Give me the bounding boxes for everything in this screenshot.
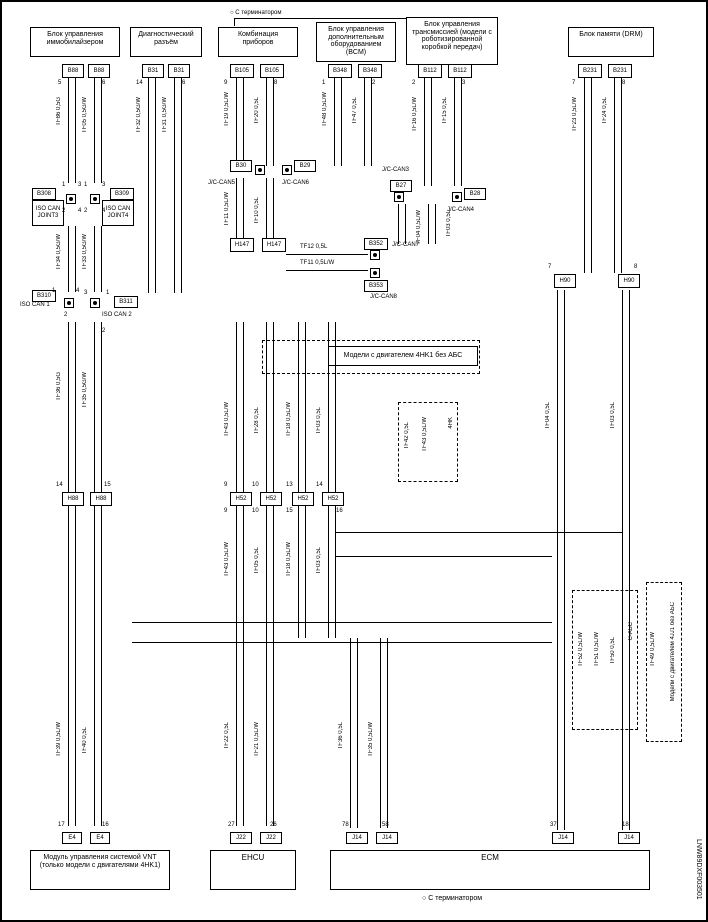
iso-can1: ISO CAN 1 (20, 302, 50, 308)
module-ecm: ECM (330, 850, 650, 890)
note-4hk1: Модели с двигателем 4HK1 без АБС (328, 346, 478, 366)
header-transmission: Блок управления трансмиссией (модели с р… (406, 17, 498, 65)
header-bcm: Блок управления дополнительным оборудова… (316, 22, 396, 62)
conn-B105-1: B105 (230, 64, 254, 78)
conn-J14-3: J14 (552, 832, 574, 844)
conn-B231-1: B231 (578, 64, 602, 78)
conn-H52-2: H52 (260, 492, 282, 506)
conn-B31-2: B31 (168, 64, 190, 78)
jc-can3: J/C-CAN3 (382, 167, 409, 173)
conn-B30: B30 (230, 160, 252, 172)
conn-B112-1: B112 (418, 64, 442, 78)
header-drm: Блок памяти (DRM) (568, 27, 654, 57)
iso-can2: ISO CAN 2 (102, 312, 132, 318)
conn-H90-1: H90 (554, 274, 576, 288)
conn-H52-4: H52 (322, 492, 344, 506)
conn-H147-1: H147 (230, 238, 254, 252)
conn-H147-2: H147 (262, 238, 286, 252)
conn-H90-2: H90 (618, 274, 640, 288)
bottom-marker: ○ С терминатором (422, 895, 482, 902)
conn-J22-2: J22 (260, 832, 282, 844)
conn-B112-2: B112 (448, 64, 472, 78)
conn-J14-4: J14 (618, 832, 640, 844)
conn-H52-1: H52 (230, 492, 252, 506)
jc-can8: J/C-CAN8 (370, 294, 397, 300)
conn-B28: B28 (464, 188, 486, 200)
conn-B231-2: B231 (608, 64, 632, 78)
conn-B348-2: B348 (358, 64, 382, 78)
module-ehcu: EHCU (210, 850, 296, 890)
iso-can-joint4: ISO CAN JOINT4 (102, 200, 134, 226)
conn-J22-1: J22 (230, 832, 252, 844)
conn-B88-1: B88 (62, 64, 84, 78)
conn-J14-1: J14 (346, 832, 368, 844)
conn-B29: B29 (294, 160, 316, 172)
conn-B88-2: B88 (88, 64, 110, 78)
jc-can7: J/C-CAN7 (392, 242, 419, 248)
conn-B311: B311 (114, 296, 138, 308)
conn-B348-1: B348 (328, 64, 352, 78)
jc-can5: J/C-CAN5 (208, 180, 235, 186)
header-diagnostic: Диагностический разъём (130, 27, 202, 57)
iso-can-joint3: ISO CAN JOINT3 (32, 200, 64, 226)
conn-H52-3: H52 (292, 492, 314, 506)
conn-B308: B308 (32, 188, 56, 200)
conn-J14-2: J14 (376, 832, 398, 844)
conn-B353: B353 (364, 280, 388, 292)
conn-H88-2: H88 (90, 492, 112, 506)
conn-B309: B309 (110, 188, 134, 200)
conn-E4-1: E4 (62, 832, 82, 844)
diagram-id: LNW89DXF003501 (695, 839, 702, 900)
header-immobilizer: Блок управления иммобилайзером (30, 27, 120, 57)
conn-B27: B27 (390, 180, 412, 192)
conn-B352: B352 (364, 238, 388, 250)
conn-E4-2: E4 (90, 832, 110, 844)
module-vnt: Модуль управления системой VNT (только м… (30, 850, 170, 890)
conn-H88-1: H88 (62, 492, 84, 506)
conn-B31-1: B31 (142, 64, 164, 78)
header-cluster: Комбинация приборов (218, 27, 298, 57)
jc-can6: J/C-CAN6 (282, 180, 309, 186)
top-marker: ○ С терминатором (230, 10, 281, 16)
wiring-diagram: ○ С терминатором Блок управления иммобил… (0, 0, 708, 922)
conn-B105-2: B105 (260, 64, 284, 78)
